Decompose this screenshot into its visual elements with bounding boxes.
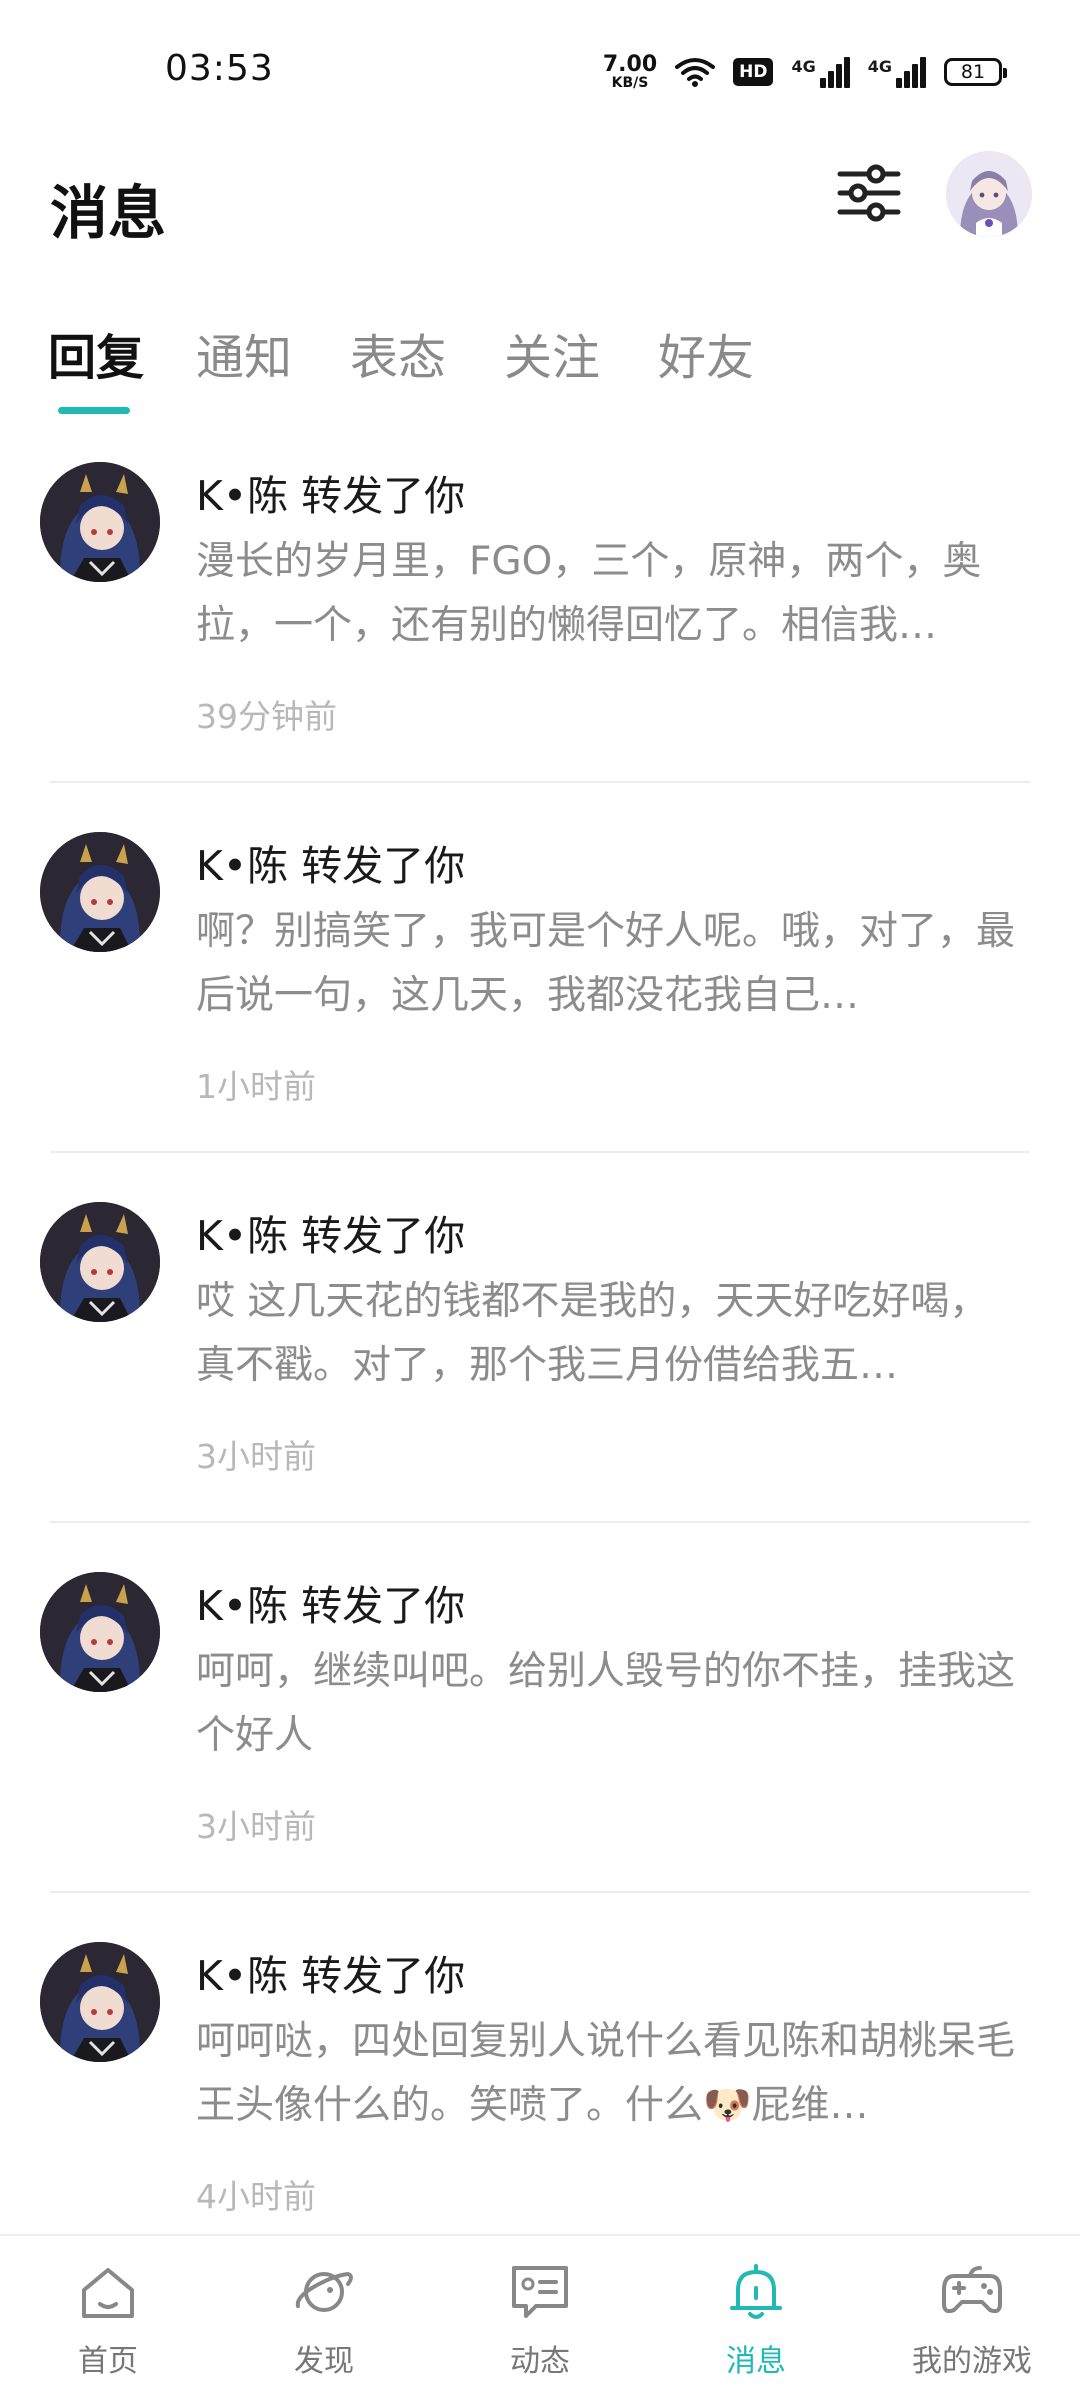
gamepad-icon	[942, 2266, 1002, 2314]
header: 消息	[0, 140, 1080, 260]
nav-label: 发现	[294, 2344, 354, 2379]
signal-strength-icon: 4G	[791, 56, 850, 88]
status-bar: 03:53 7.00 KB/S HD 4G 4G 81	[0, 0, 1080, 140]
filter-button[interactable]	[836, 160, 902, 226]
network-speed-value: 7.00	[602, 52, 658, 77]
home-icon	[82, 2268, 134, 2318]
nav-label: 我的游戏	[912, 2344, 1032, 2379]
message-title: K•陈 转发了你	[196, 1582, 466, 1630]
avatar-image	[40, 462, 160, 582]
avatar[interactable]	[40, 462, 160, 582]
tab-follow[interactable]: 关注	[504, 318, 600, 388]
avatar-image	[40, 1572, 160, 1692]
chat-card-icon	[512, 2266, 568, 2318]
bell-icon	[730, 2264, 782, 2319]
list-item[interactable]: K•陈 转发了你 漫长的岁月里，FGO，三个，原神，两个，奥拉，一个，还有别的懒…	[0, 440, 1080, 810]
avatar[interactable]	[40, 832, 160, 952]
avatar[interactable]	[40, 1942, 160, 2062]
hd-voice-icon: HD	[733, 58, 774, 86]
message-body: 漫长的岁月里，FGO，三个，原神，两个，奥拉，一个，还有别的懒得回忆了。相信我…	[196, 539, 982, 648]
avatar[interactable]	[40, 1202, 160, 1322]
message-title: K•陈 转发了你	[196, 842, 466, 890]
divider	[50, 1891, 1030, 1893]
message-time: 4小时前	[196, 2177, 316, 2216]
message-body: 呵呵哒，四处回复别人说什么看见陈和胡桃呆毛王头像什么的。笑喷了。什么🐶屁维…	[196, 2019, 1016, 2128]
message-time: 39分钟前	[196, 697, 337, 736]
signal-type-label: 4G	[791, 56, 816, 76]
divider	[50, 1151, 1030, 1153]
avatar[interactable]	[40, 1572, 160, 1692]
page-title: 消息	[50, 179, 167, 247]
nav-label: 首页	[78, 2344, 138, 2379]
list-item[interactable]: K•陈 转发了你 啊？别搞笑了，我可是个好人呢。哦，对了，最后说一句，这几天，我…	[0, 810, 1080, 1180]
message-time: 1小时前	[196, 1067, 316, 1106]
signal-strength-icon: 4G	[867, 56, 926, 88]
status-time: 03:53	[165, 48, 274, 89]
avatar-image	[40, 1942, 160, 2062]
list-item[interactable]: K•陈 转发了你 哎 这几天花的钱都不是我的，天天好吃好喝，真不戳。对了，那个我…	[0, 1180, 1080, 1550]
message-time: 3小时前	[196, 1437, 316, 1476]
message-body: 啊？别搞笑了，我可是个好人呢。哦，对了，最后说一句，这几天，我都没花我自己…	[196, 909, 1016, 1018]
active-tab-indicator	[58, 407, 130, 414]
wifi-icon	[675, 58, 716, 87]
message-time: 3小时前	[196, 1807, 316, 1846]
message-body: 呵呵，继续叫吧。给别人毁号的你不挂，挂我这个好人	[196, 1649, 1016, 1758]
message-title: K•陈 转发了你	[196, 1212, 466, 1260]
nav-item-my-games[interactable]: 我的游戏	[864, 2236, 1080, 2402]
signal-type-label: 4G	[867, 56, 892, 76]
nav-item-discover[interactable]: 发现	[216, 2236, 432, 2402]
status-icons: 7.00 KB/S HD 4G 4G 81	[602, 50, 1007, 94]
bottom-nav: 首页 发现 动态 消息 我的游戏	[0, 2234, 1080, 2400]
tab-friends[interactable]: 好友	[658, 318, 754, 388]
message-tabs: 回复 通知 表态 关注 好友	[0, 300, 1080, 420]
nav-item-feed[interactable]: 动态	[432, 2236, 648, 2402]
avatar-image	[40, 832, 160, 952]
nav-label: 动态	[510, 2344, 570, 2379]
avatar-image	[40, 1202, 160, 1322]
tab-reply[interactable]: 回复	[48, 318, 144, 388]
network-speed: 7.00 KB/S	[602, 52, 658, 91]
tab-notification[interactable]: 通知	[196, 318, 292, 388]
battery-icon: 81	[944, 58, 1007, 86]
list-item[interactable]: K•陈 转发了你 呵呵，继续叫吧。给别人毁号的你不挂，挂我这个好人 3小时前	[0, 1550, 1080, 1920]
battery-level: 81	[960, 61, 986, 83]
divider	[50, 1521, 1030, 1523]
network-speed-unit: KB/S	[611, 75, 649, 91]
message-body: 哎 这几天花的钱都不是我的，天天好吃好喝，真不戳。对了，那个我三月份借给我五…	[196, 1279, 989, 1388]
nav-label: 消息	[726, 2344, 786, 2379]
user-avatar[interactable]	[946, 151, 1032, 237]
tab-reaction[interactable]: 表态	[350, 318, 446, 388]
message-title: K•陈 转发了你	[196, 472, 466, 520]
message-title: K•陈 转发了你	[196, 1952, 466, 2000]
user-avatar-image	[946, 151, 1032, 237]
nav-item-home[interactable]: 首页	[0, 2236, 216, 2402]
sliders-icon	[837, 164, 901, 222]
divider	[50, 781, 1030, 783]
planet-icon	[295, 2271, 353, 2312]
nav-item-messages[interactable]: 消息	[648, 2236, 864, 2402]
